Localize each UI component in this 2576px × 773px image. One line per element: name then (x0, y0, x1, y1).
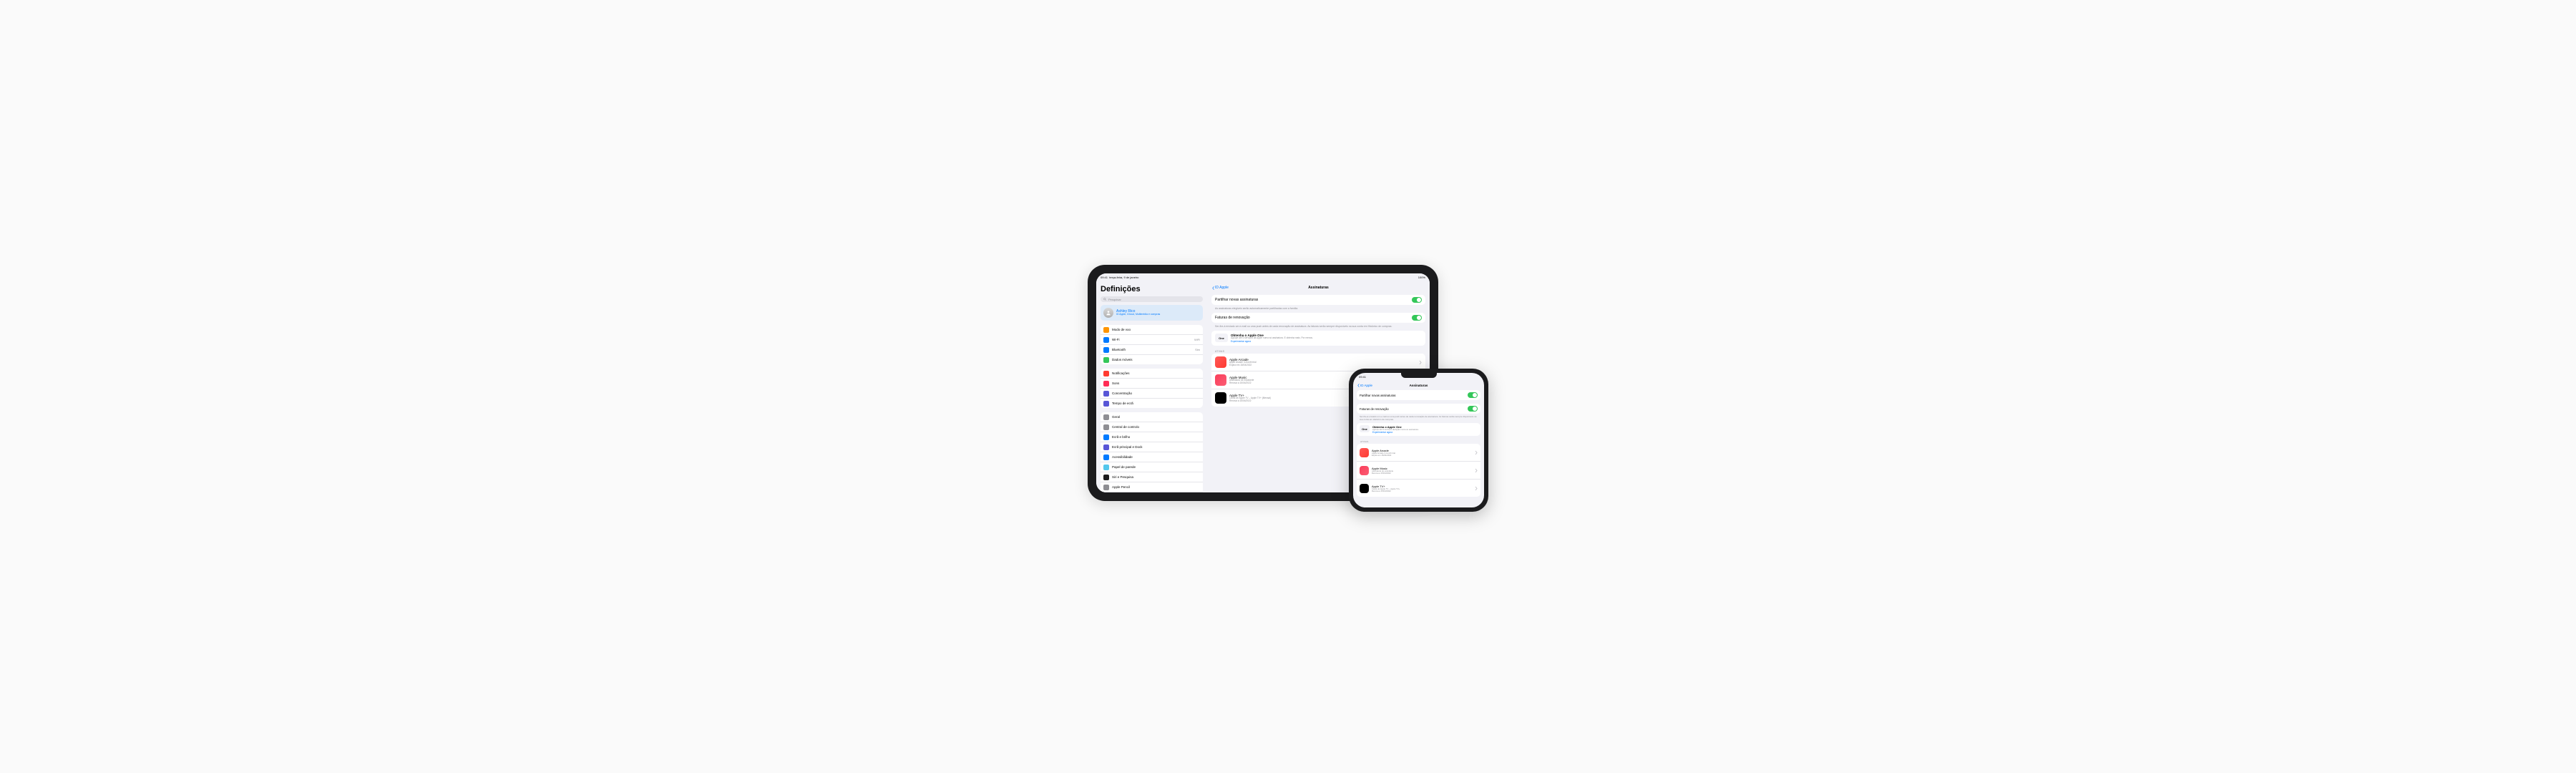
chevron-right-icon (1475, 464, 1478, 477)
music-icon (1360, 466, 1369, 475)
chevron-right-icon (1475, 446, 1478, 459)
subscription-music[interactable]: Apple MusicAssinatura de estudanteRenova… (1357, 462, 1480, 480)
sidebar-item-display[interactable]: Ecrã e brilho (1101, 432, 1203, 442)
avatar (1103, 308, 1113, 318)
apple-one-promo[interactable]: One Obtenha o Apple One Agrupe até 6 ser… (1211, 331, 1425, 346)
renewal-toggle[interactable] (1468, 406, 1478, 412)
share-footnote: As assinaturas elegíveis serão automatic… (1211, 306, 1425, 313)
profile-row[interactable]: Ashley Rico ID Apple, iCloud, Multimédia… (1101, 305, 1203, 321)
chevron-right-icon (1475, 482, 1478, 495)
sidebar-item-general[interactable]: Geral (1101, 412, 1203, 422)
share-toggle[interactable] (1412, 297, 1422, 303)
renewal-footnote: Ser‑lhe‑á enviado um e‑mail ou uma push … (1357, 415, 1480, 423)
sidebar-item-airplane[interactable]: Modo de voo (1101, 325, 1203, 335)
sidebar-item-notifications[interactable]: Notificações (1101, 369, 1203, 379)
sidebar-item-wifi[interactable]: Wi-FiWiFi (1101, 335, 1203, 345)
iphone-notch (1401, 373, 1437, 378)
apple-one-icon: One (1215, 334, 1228, 342)
share-subscriptions-row: Partilhar novas assinaturas (1211, 295, 1425, 305)
sidebar-item-homescreen[interactable]: Ecrã principal e Dock (1101, 442, 1203, 452)
tvplus-icon (1360, 484, 1369, 493)
sidebar-item-bluetooth[interactable]: BluetoothSim (1101, 345, 1203, 355)
page-title: Assinaturas (1410, 384, 1428, 387)
subscription-arcade[interactable]: Apple ArcadeApple Arcade 3‑month trialEx… (1357, 444, 1480, 462)
arcade-icon (1215, 356, 1226, 368)
sidebar-item-screentime[interactable]: Tempo de ecrã (1101, 399, 1203, 408)
back-button[interactable]: ID Apple (1357, 384, 1372, 387)
promo-link[interactable]: Experimentar agora (1231, 340, 1313, 343)
renewal-receipts-row: Faturas de renovação (1211, 313, 1425, 323)
settings-group-notifications: Notificações Sons Concentração Tempo de … (1101, 369, 1203, 408)
back-button[interactable]: ID Apple (1211, 286, 1229, 290)
sidebar-item-siri[interactable]: Siri e Pesquisa (1101, 472, 1203, 482)
ipad-statusbar: 09:41 terça-feira, 9 de janeiro 100% (1096, 273, 1430, 281)
settings-group-connectivity: Modo de voo Wi-FiWiFi BluetoothSim Dados… (1101, 325, 1203, 364)
active-section-header: Ativas (1211, 349, 1425, 354)
search-icon (1103, 298, 1106, 301)
promo-link[interactable]: Experimentar agora (1372, 431, 1419, 434)
apple-one-promo[interactable]: One Obtenha o Apple One Agrupe até 6 ser… (1357, 423, 1480, 436)
arcade-icon (1360, 448, 1369, 457)
page-title: Assinaturas (1308, 286, 1329, 290)
search-input[interactable]: Pesquisar (1101, 296, 1203, 302)
sidebar-item-sounds[interactable]: Sons (1101, 379, 1203, 389)
settings-title: Definições (1101, 285, 1203, 293)
renewal-toggle[interactable] (1412, 315, 1422, 321)
settings-sidebar: Definições Pesquisar Ashley Rico ID Appl… (1096, 281, 1207, 492)
iphone-device: 09:41 ID Apple Assinaturas Partilhar nov… (1349, 369, 1488, 512)
sidebar-item-accessibility[interactable]: Acessibilidade (1101, 452, 1203, 462)
sidebar-item-focus[interactable]: Concentração (1101, 389, 1203, 399)
sidebar-item-pencil[interactable]: Apple Pencil (1101, 482, 1203, 492)
profile-subtitle: ID Apple, iCloud, Multimédia e compras (1116, 313, 1160, 316)
settings-group-general: Geral Central de controlo Ecrã e brilho … (1101, 412, 1203, 492)
active-section-header: Ativas (1357, 439, 1480, 444)
sidebar-item-controlcenter[interactable]: Central de controlo (1101, 422, 1203, 432)
music-icon (1215, 374, 1226, 386)
sidebar-item-cellular[interactable]: Dados móveis (1101, 355, 1203, 364)
sidebar-item-wallpaper[interactable]: Papel de parede (1101, 462, 1203, 472)
renewal-receipts-row: Faturas de renovação (1357, 404, 1480, 414)
subscription-tvplus[interactable]: Apple TV+Canal de Apple TV – Apple TV+Re… (1357, 480, 1480, 497)
apple-one-icon: One (1360, 425, 1370, 432)
renewal-footnote: Ser‑lhe‑á enviado um e‑mail ou uma push … (1211, 324, 1425, 331)
chevron-right-icon (1419, 356, 1422, 369)
tvplus-icon (1215, 392, 1226, 404)
share-toggle[interactable] (1468, 392, 1478, 398)
share-subscriptions-row: Partilhar novas assinaturas (1357, 390, 1480, 400)
